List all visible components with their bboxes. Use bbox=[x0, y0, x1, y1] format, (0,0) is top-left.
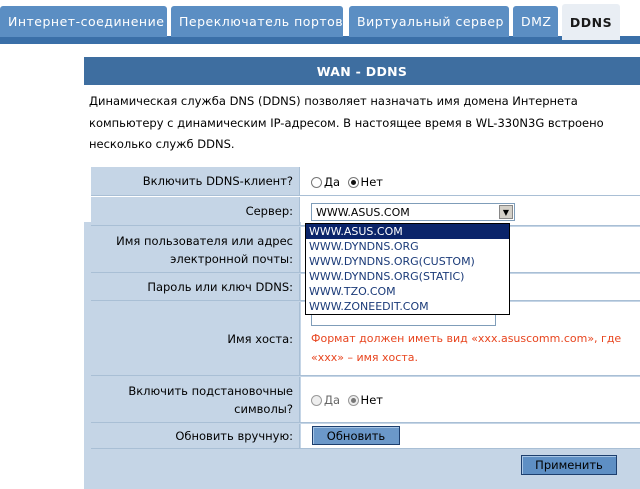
server-select-value: WWW.ASUS.COM bbox=[316, 205, 410, 219]
enable-ddns-no-label: Нет bbox=[360, 175, 383, 189]
tab-port-switch[interactable]: Переключатель портов bbox=[171, 6, 343, 37]
server-option[interactable]: WWW.DYNDNS.ORG(STATIC) bbox=[306, 269, 509, 284]
tab-dmz[interactable]: DMZ bbox=[513, 6, 558, 37]
hostname-hint: Формат должен иметь вид «xxx.asuscomm.co… bbox=[311, 332, 622, 364]
tab-internet-connection[interactable]: Интернет-соединение bbox=[0, 6, 167, 37]
server-option[interactable]: WWW.ASUS.COM bbox=[306, 224, 509, 239]
server-dropdown-list: WWW.ASUS.COM WWW.DYNDNS.ORG WWW.DYNDNS.O… bbox=[305, 223, 510, 315]
server-option[interactable]: WWW.ZONEEDIT.COM bbox=[306, 299, 509, 314]
wildcard-no-radio[interactable] bbox=[347, 394, 359, 406]
server-option[interactable]: WWW.TZO.COM bbox=[306, 284, 509, 299]
panel-title: WAN - DDNS bbox=[84, 57, 640, 85]
enable-ddns-yes-label: Да bbox=[324, 175, 341, 189]
row-enable-ddns: Включить DDNS-клиент? Да Нет bbox=[91, 167, 640, 196]
tab-ddns[interactable]: DDNS bbox=[562, 4, 620, 40]
row-manual-update: Обновить вручную: Обновить bbox=[91, 424, 640, 449]
row-wildcard: Включить подстановочные символы? Да Нет bbox=[91, 377, 640, 423]
enable-ddns-yes-radio[interactable] bbox=[311, 176, 322, 188]
server-select[interactable]: WWW.ASUS.COM ▼ bbox=[311, 203, 515, 221]
manual-update-label: Обновить вручную: bbox=[91, 424, 300, 448]
password-label: Пароль или ключ DDNS: bbox=[91, 274, 300, 300]
username-label: Имя пользователя или адрес электронной п… bbox=[91, 227, 300, 272]
wildcard-yes-radio[interactable] bbox=[311, 394, 322, 406]
row-server: Сервер: WWW.ASUS.COM ▼ bbox=[91, 197, 640, 226]
update-button[interactable]: Обновить bbox=[312, 426, 400, 445]
description-text: Динамическая служба DNS (DDNS) позволяет… bbox=[89, 94, 604, 151]
hostname-label: Имя хоста: bbox=[91, 302, 300, 375]
server-label: Сервер: bbox=[91, 197, 300, 225]
wildcard-label: Включить подстановочные символы? bbox=[91, 377, 300, 422]
tab-virtual-server[interactable]: Виртуальный сервер bbox=[349, 6, 509, 37]
apply-button[interactable]: Применить bbox=[521, 455, 617, 475]
wildcard-yes-label: Да bbox=[324, 393, 341, 407]
chevron-down-icon[interactable]: ▼ bbox=[499, 205, 513, 219]
wildcard-value: Да Нет bbox=[301, 377, 640, 422]
enable-ddns-value: Да Нет bbox=[301, 167, 640, 195]
server-value: WWW.ASUS.COM ▼ bbox=[301, 197, 640, 225]
manual-update-value: Обновить bbox=[301, 424, 640, 448]
tab-bar: Интернет-соединение Переключатель портов… bbox=[0, 0, 640, 44]
server-option[interactable]: WWW.DYNDNS.ORG bbox=[306, 239, 509, 254]
wildcard-no-label: Нет bbox=[360, 393, 383, 407]
enable-ddns-label: Включить DDNS-клиент? bbox=[91, 167, 300, 195]
server-option[interactable]: WWW.DYNDNS.ORG(CUSTOM) bbox=[306, 254, 509, 269]
enable-ddns-no-radio[interactable] bbox=[347, 176, 359, 188]
